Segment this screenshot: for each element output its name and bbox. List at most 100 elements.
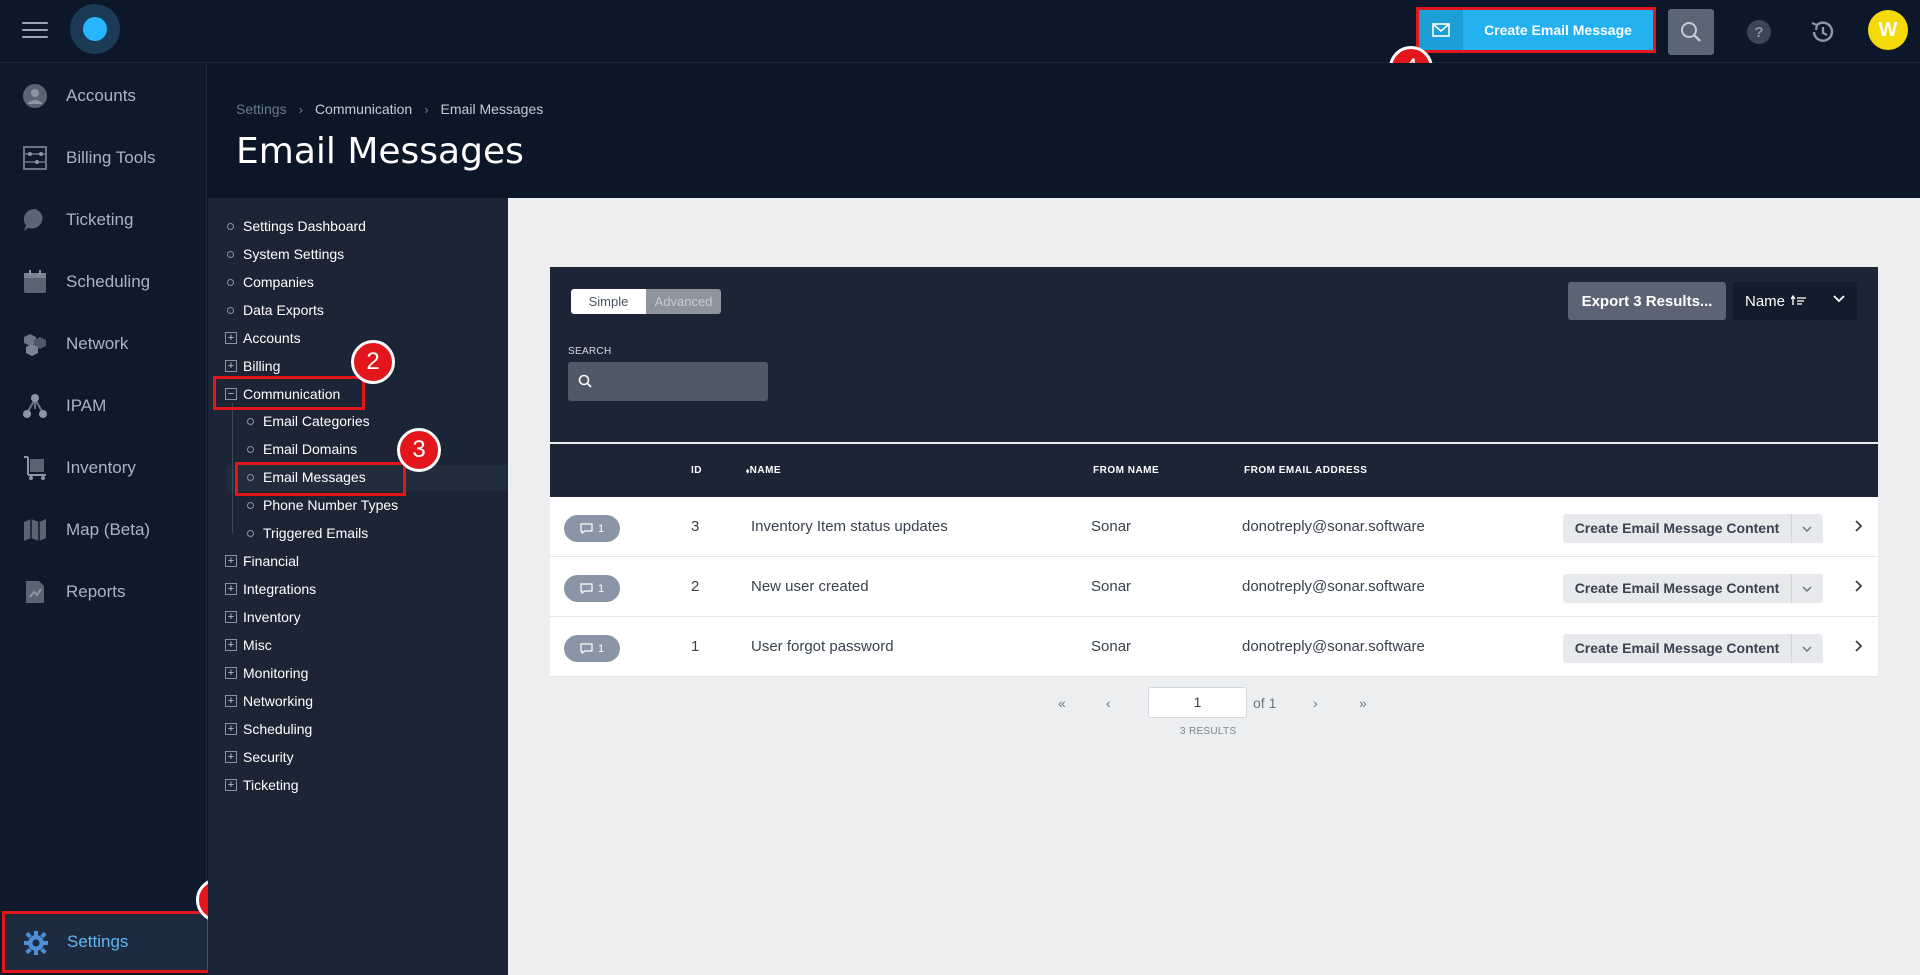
menu-ticketing[interactable]: + Ticketing	[225, 774, 299, 796]
next-page-button[interactable]: ›	[1313, 688, 1318, 717]
bullet-icon	[247, 417, 254, 425]
create-email-message-content-button[interactable]: Create Email Message Content	[1563, 514, 1823, 543]
last-page-button[interactable]: »	[1359, 688, 1367, 717]
menu-scheduling[interactable]: + Scheduling	[225, 718, 312, 740]
expand-plus-icon: +	[225, 667, 237, 679]
nav-item-map[interactable]: Map (Beta)	[0, 505, 207, 555]
nav-item-ticketing[interactable]: Ticketing	[0, 195, 207, 245]
create-email-message-content-button[interactable]: Create Email Message Content	[1563, 574, 1823, 603]
nav-item-billing-tools[interactable]: Billing Tools	[0, 133, 207, 183]
expand-plus-icon: +	[225, 360, 237, 372]
column-header-from-email[interactable]: FROM EMAIL ADDRESS	[1244, 465, 1367, 476]
menu-email-categories[interactable]: Email Categories	[247, 410, 370, 432]
chevron-down-icon	[1833, 295, 1845, 303]
chevron-right-icon[interactable]	[1855, 639, 1863, 653]
chevron-down-icon[interactable]	[1792, 586, 1822, 592]
nav-label: Billing Tools	[66, 148, 156, 167]
table-row[interactable]: 1 2 New user created Sonar donotreply@so…	[550, 557, 1878, 617]
history-icon[interactable]	[1808, 17, 1838, 47]
column-header-from-name[interactable]: FROM NAME	[1093, 465, 1159, 476]
message-icon	[580, 643, 593, 654]
menu-label: Companies	[243, 274, 314, 290]
cell-id: 1	[691, 638, 700, 655]
menu-integrations[interactable]: + Integrations	[225, 578, 316, 600]
nav-item-inventory[interactable]: Inventory	[0, 443, 207, 493]
nav-item-ipam[interactable]: IPAM	[0, 381, 207, 431]
expand-plus-icon: +	[225, 751, 237, 763]
menu-financial[interactable]: + Financial	[225, 550, 299, 572]
menu-inventory[interactable]: + Inventory	[225, 606, 301, 628]
bullet-icon	[247, 529, 254, 537]
menu-email-domains[interactable]: Email Domains	[247, 438, 357, 460]
column-header-id[interactable]: ID	[691, 465, 702, 476]
expand-plus-icon: +	[225, 695, 237, 707]
help-icon[interactable]: ?	[1747, 20, 1771, 44]
create-email-message-content-button[interactable]: Create Email Message Content	[1563, 634, 1823, 663]
sort-dropdown[interactable]: Name	[1733, 282, 1857, 320]
menu-networking[interactable]: + Networking	[225, 690, 313, 712]
table-row[interactable]: 1 3 Inventory Item status updates Sonar …	[550, 497, 1878, 557]
menu-label: Financial	[243, 553, 300, 569]
table-row[interactable]: 1 1 User forgot password Sonar donotrepl…	[550, 617, 1878, 677]
search-input[interactable]	[568, 362, 768, 401]
menu-misc[interactable]: + Misc	[225, 634, 272, 656]
menu-label: Email Categories	[263, 413, 370, 429]
menu-label: Phone Number Types	[263, 497, 399, 513]
first-page-button[interactable]: «	[1058, 688, 1066, 717]
chevron-down-icon[interactable]	[1792, 646, 1822, 652]
nav-item-scheduling[interactable]: Scheduling	[0, 257, 207, 307]
expand-plus-icon: +	[225, 583, 237, 595]
bullet-icon	[247, 501, 254, 509]
global-search-button[interactable]	[1668, 9, 1714, 55]
nav-item-network[interactable]: Network	[0, 319, 207, 369]
hamburger-menu-icon[interactable]	[22, 22, 48, 40]
breadcrumb-settings[interactable]: Settings	[236, 101, 287, 117]
user-avatar[interactable]: W	[1868, 10, 1908, 50]
menu-label: Misc	[243, 637, 272, 653]
app-logo[interactable]	[70, 4, 120, 54]
menu-system-settings[interactable]: System Settings	[227, 243, 344, 265]
breadcrumb-communication[interactable]: Communication	[315, 101, 412, 117]
hexagons-icon	[22, 331, 48, 357]
cell-from-email: donotreply@sonar.software	[1242, 518, 1425, 535]
page-number-input[interactable]: 1	[1148, 687, 1247, 718]
menu-label: Billing	[243, 358, 281, 374]
cell-name: User forgot password	[751, 638, 894, 655]
previous-page-button[interactable]: ‹	[1106, 688, 1111, 717]
content-count-pill[interactable]: 1	[564, 515, 620, 542]
menu-companies[interactable]: Companies	[227, 271, 314, 293]
menu-triggered-emails[interactable]: Triggered Emails	[247, 522, 368, 544]
menu-label: Integrations	[243, 581, 317, 597]
nav-label: Scheduling	[66, 272, 151, 291]
export-results-button[interactable]: Export 3 Results...	[1568, 282, 1726, 320]
create-email-message-button[interactable]: Create Email Message	[1416, 7, 1656, 53]
chevron-down-icon[interactable]	[1792, 526, 1822, 532]
breadcrumb-current: Email Messages	[440, 101, 544, 117]
menu-billing[interactable]: + Billing	[225, 355, 280, 377]
nav-item-settings[interactable]: Settings	[2, 911, 210, 973]
menu-settings-dashboard[interactable]: Settings Dashboard	[227, 215, 366, 237]
menu-label: Triggered Emails	[263, 525, 369, 541]
menu-accounts[interactable]: + Accounts	[225, 327, 301, 349]
simple-toggle-option[interactable]: Simple	[571, 289, 646, 314]
user-circle-icon	[22, 83, 48, 109]
search-mode-toggle: Simple Advanced	[571, 289, 721, 314]
create-content-label: Create Email Message Content	[1563, 634, 1792, 663]
nav-item-reports[interactable]: Reports	[0, 567, 207, 617]
bullet-icon	[227, 222, 234, 230]
menu-data-exports[interactable]: Data Exports	[227, 299, 324, 321]
content-count-pill[interactable]: 1	[564, 575, 620, 602]
column-header-name[interactable]: ⬧NAME	[746, 465, 781, 476]
menu-phone-number-types[interactable]: Phone Number Types	[247, 494, 398, 516]
sort-ascending-icon	[1791, 295, 1807, 305]
menu-security[interactable]: + Security	[225, 746, 294, 768]
content-count-pill[interactable]: 1	[564, 635, 620, 662]
message-icon	[580, 523, 593, 534]
chevron-right-icon[interactable]	[1855, 579, 1863, 593]
nav-item-accounts[interactable]: Accounts	[0, 71, 207, 121]
annotation-badge-3: 3	[397, 428, 441, 472]
menu-monitoring[interactable]: + Monitoring	[225, 662, 308, 684]
advanced-toggle-option[interactable]: Advanced	[646, 289, 721, 314]
menu-label: System Settings	[243, 246, 345, 262]
chevron-right-icon[interactable]	[1855, 519, 1863, 533]
